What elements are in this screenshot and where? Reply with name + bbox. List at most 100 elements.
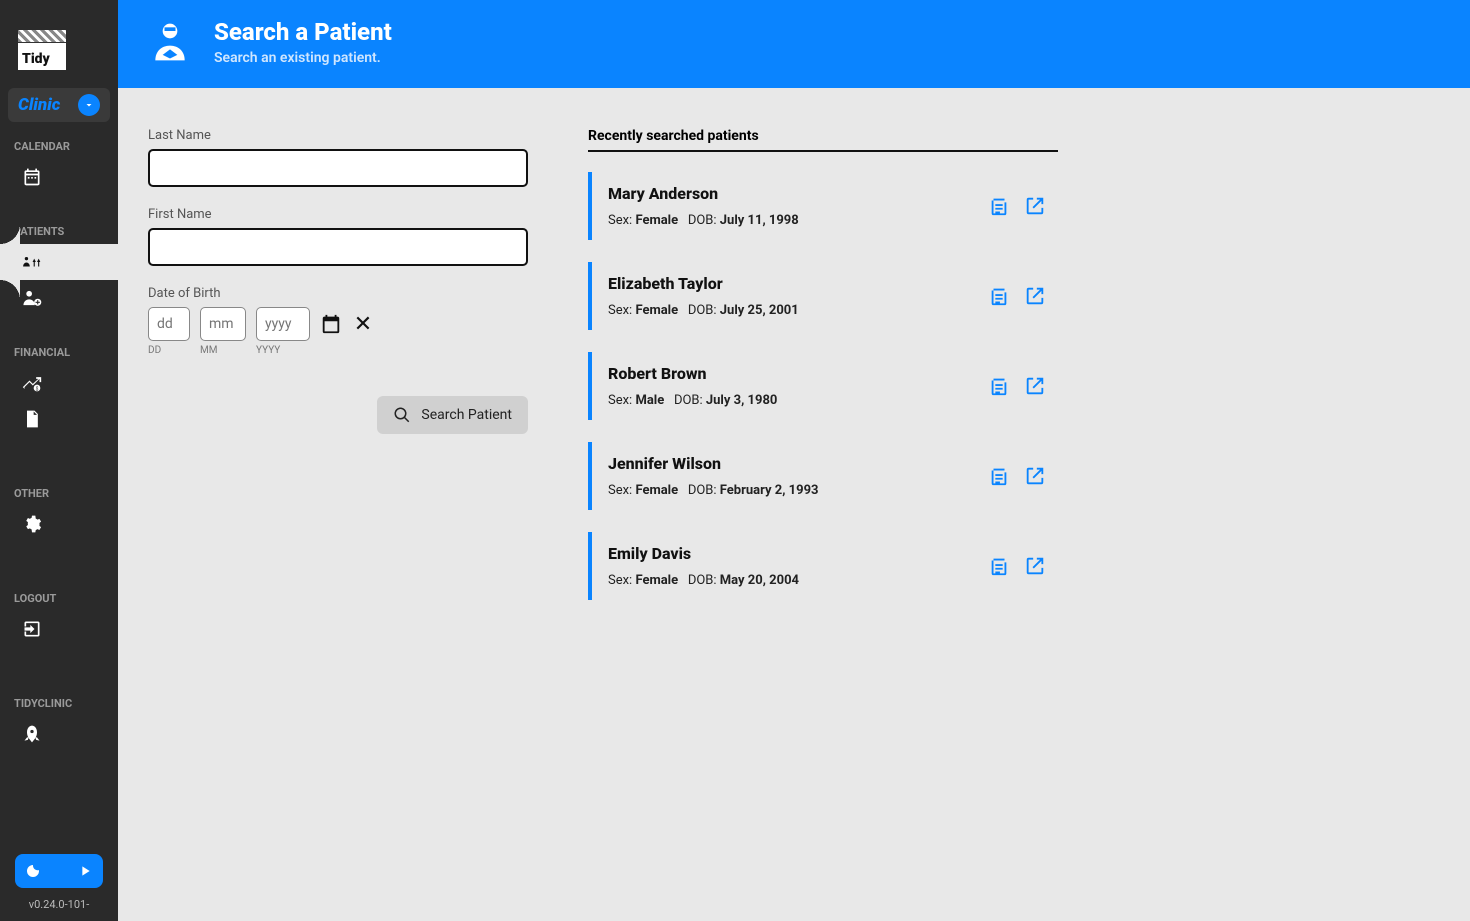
sex-label: Sex: xyxy=(608,483,635,498)
page-title: Search a Patient xyxy=(214,18,392,46)
patient-name: Elizabeth Taylor xyxy=(608,274,799,293)
logo-text: Tidy xyxy=(22,51,50,67)
calendar-picker-icon[interactable] xyxy=(320,313,342,335)
dob-label: Date of Birth xyxy=(148,286,528,301)
dob-value: February 2, 1993 xyxy=(720,483,819,498)
dob-meta-label: DOB: xyxy=(688,483,720,498)
version-text: v0.24.0-101- xyxy=(29,898,89,911)
patient-header-icon xyxy=(148,20,192,64)
patient-actions xyxy=(988,465,1046,487)
nav-section-tidyclinic: TIDYCLINIC xyxy=(0,687,118,716)
sidebar-item-logout[interactable] xyxy=(0,611,118,647)
logo: Tidy xyxy=(18,30,66,70)
rocket-icon xyxy=(22,724,42,744)
patient-meta: Sex: Female DOB: July 11, 1998 xyxy=(608,213,799,228)
search-button-label: Search Patient xyxy=(421,407,512,423)
patient-actions xyxy=(988,195,1046,217)
sidebar: Tidy Clinic CALENDAR PATIENTS FINANCIAL … xyxy=(0,0,118,921)
dob-year-sublabel: YYYY xyxy=(256,345,310,356)
svg-text:$: $ xyxy=(36,386,39,393)
dob-value: July 11, 1998 xyxy=(720,213,799,228)
patient-name: Jennifer Wilson xyxy=(608,454,819,473)
open-external-icon[interactable] xyxy=(1024,285,1046,307)
patient-meta: Sex: Female DOB: July 25, 2001 xyxy=(608,303,799,318)
nav-section-calendar: CALENDAR xyxy=(0,130,118,159)
clinic-label: Clinic xyxy=(18,95,60,115)
dob-day-sublabel: DD xyxy=(148,345,190,356)
patient-card[interactable]: Robert Brown Sex: Male DOB: July 3, 1980 xyxy=(588,352,1058,420)
page-header: Search a Patient Search an existing pati… xyxy=(118,0,1470,88)
sidebar-item-calendar[interactable] xyxy=(0,159,118,195)
sidebar-item-patient-add[interactable] xyxy=(0,280,118,316)
last-name-input[interactable] xyxy=(148,149,528,187)
open-external-icon[interactable] xyxy=(1024,195,1046,217)
patient-name: Robert Brown xyxy=(608,364,777,383)
sex-value: Female xyxy=(635,303,678,318)
dob-month-input[interactable] xyxy=(200,307,246,341)
newspaper-icon[interactable] xyxy=(988,465,1010,487)
patient-search-icon xyxy=(22,252,42,272)
chevron-down-icon xyxy=(78,94,100,116)
newspaper-icon[interactable] xyxy=(988,285,1010,307)
patient-info: Elizabeth Taylor Sex: Female DOB: July 2… xyxy=(608,274,799,318)
sidebar-item-financial-chart[interactable]: $ xyxy=(0,365,118,401)
open-external-icon[interactable] xyxy=(1024,555,1046,577)
patient-card[interactable]: Elizabeth Taylor Sex: Female DOB: July 2… xyxy=(588,262,1058,330)
theme-toggle[interactable] xyxy=(15,854,103,888)
first-name-input[interactable] xyxy=(148,228,528,266)
dob-value: July 3, 1980 xyxy=(706,393,777,408)
newspaper-icon[interactable] xyxy=(988,555,1010,577)
sex-label: Sex: xyxy=(608,213,635,228)
open-external-icon[interactable] xyxy=(1024,465,1046,487)
page-subtitle: Search an existing patient. xyxy=(214,50,392,66)
nav-section-financial: FINANCIAL xyxy=(0,336,118,365)
sidebar-item-rocket[interactable] xyxy=(0,716,118,752)
dob-meta-label: DOB: xyxy=(674,393,706,408)
logout-icon xyxy=(22,619,42,639)
main: Search a Patient Search an existing pati… xyxy=(118,0,1470,921)
newspaper-icon[interactable] xyxy=(988,375,1010,397)
dob-day-input[interactable] xyxy=(148,307,190,341)
dob-meta-label: DOB: xyxy=(688,213,720,228)
sex-label: Sex: xyxy=(608,303,635,318)
patient-meta: Sex: Male DOB: July 3, 1980 xyxy=(608,393,777,408)
search-icon xyxy=(393,406,411,424)
gear-icon xyxy=(22,514,42,534)
newspaper-icon[interactable] xyxy=(988,195,1010,217)
patient-info: Jennifer Wilson Sex: Female DOB: Februar… xyxy=(608,454,819,498)
chart-icon: $ xyxy=(22,373,42,393)
patient-name: Emily Davis xyxy=(608,544,799,563)
search-button[interactable]: Search Patient xyxy=(377,396,528,434)
moon-icon xyxy=(25,863,41,879)
calendar-icon xyxy=(22,167,42,187)
patient-name: Mary Anderson xyxy=(608,184,799,203)
patient-card[interactable]: Mary Anderson Sex: Female DOB: July 11, … xyxy=(588,172,1058,240)
search-form: Last Name First Name Date of Birth DD MM… xyxy=(148,128,528,881)
patient-info: Emily Davis Sex: Female DOB: May 20, 200… xyxy=(608,544,799,588)
patient-meta: Sex: Female DOB: February 2, 1993 xyxy=(608,483,819,498)
patient-card[interactable]: Emily Davis Sex: Female DOB: May 20, 200… xyxy=(588,532,1058,600)
sex-value: Male xyxy=(635,393,664,408)
results-header: Recently searched patients xyxy=(588,128,1058,152)
patient-meta: Sex: Female DOB: May 20, 2004 xyxy=(608,573,799,588)
sidebar-item-settings[interactable] xyxy=(0,506,118,542)
clear-date-icon[interactable]: ✕ xyxy=(352,313,374,335)
last-name-label: Last Name xyxy=(148,128,528,143)
sidebar-item-financial-invoice[interactable] xyxy=(0,401,118,437)
dob-year-input[interactable] xyxy=(256,307,310,341)
invoice-icon xyxy=(22,409,42,429)
patient-card[interactable]: Jennifer Wilson Sex: Female DOB: Februar… xyxy=(588,442,1058,510)
caret-right-icon xyxy=(77,863,93,879)
dob-value: May 20, 2004 xyxy=(720,573,799,588)
clinic-dropdown[interactable]: Clinic xyxy=(8,88,110,122)
sex-value: Female xyxy=(635,213,678,228)
nav-section-other: OTHER xyxy=(0,477,118,506)
content: Last Name First Name Date of Birth DD MM… xyxy=(118,88,1470,921)
open-external-icon[interactable] xyxy=(1024,375,1046,397)
dob-meta-label: DOB: xyxy=(688,303,720,318)
first-name-label: First Name xyxy=(148,207,528,222)
results-column: Recently searched patients Mary Anderson… xyxy=(588,128,1058,881)
sex-label: Sex: xyxy=(608,573,635,588)
patient-info: Mary Anderson Sex: Female DOB: July 11, … xyxy=(608,184,799,228)
sidebar-item-patient-search[interactable] xyxy=(0,244,118,280)
